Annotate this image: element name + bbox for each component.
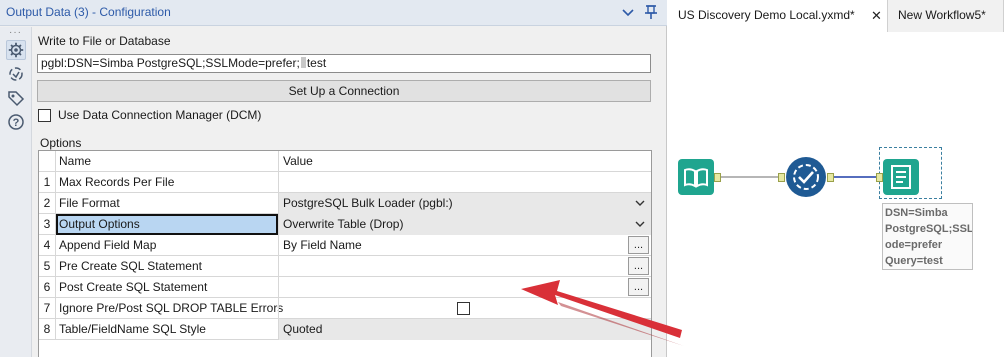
- option-name: Max Records Per File: [59, 175, 175, 189]
- grid-header-value-cell: Value: [278, 151, 651, 172]
- connection-icon[interactable]: [6, 64, 26, 84]
- row-number: 7: [43, 301, 51, 315]
- grid-header-name: Name: [59, 154, 92, 168]
- more-dots-icon[interactable]: ···: [9, 27, 22, 38]
- column-divider: [55, 298, 56, 319]
- configuration-panel: Output Data (3) - Configuration ··· ? Wr…: [0, 0, 667, 357]
- setup-connection-button[interactable]: Set Up a Connection: [37, 80, 651, 102]
- ellipsis-button[interactable]: ...: [628, 278, 649, 296]
- pin-icon[interactable]: [643, 3, 659, 21]
- svg-text:?: ?: [13, 117, 20, 129]
- column-divider: [55, 319, 56, 340]
- table-row[interactable]: 5 Pre Create SQL Statement ...: [39, 256, 651, 277]
- tab-new-workflow5[interactable]: New Workflow5*: [888, 0, 1004, 32]
- pre-create-sql-cell[interactable]: ...: [278, 256, 651, 277]
- column-divider: [55, 277, 56, 298]
- row-number: 3: [43, 217, 51, 231]
- column-divider: [55, 256, 56, 277]
- append-field-map-value: By Field Name: [283, 238, 362, 252]
- connection-string-input[interactable]: pgbl:DSN=Simba PostgreSQL;SSLMode=prefer…: [37, 54, 651, 73]
- text-cursor: [300, 57, 306, 68]
- workflow-canvas[interactable]: DSN=Simba PostgreSQL;SSLM ode=prefer Que…: [668, 32, 1004, 357]
- sql-style-cell[interactable]: Quoted: [278, 319, 651, 340]
- config-content: Write to File or Database pgbl:DSN=Simba…: [32, 27, 666, 357]
- dcm-checkbox[interactable]: [38, 109, 51, 122]
- tab-label: US Discovery Demo Local.yxmd*: [678, 8, 855, 22]
- file-format-value: PostgreSQL Bulk Loader (pgbl:): [283, 196, 453, 210]
- row-number: 1: [43, 175, 51, 189]
- grid-header-row: Name Value: [39, 151, 651, 172]
- chevron-down-icon: [635, 221, 645, 227]
- table-row[interactable]: 6 Post Create SQL Statement ...: [39, 277, 651, 298]
- config-header: Output Data (3) - Configuration: [0, 0, 667, 26]
- row-number: 8: [43, 322, 51, 336]
- option-name: Pre Create SQL Statement: [59, 259, 202, 273]
- option-name: Append Field Map: [59, 238, 157, 252]
- close-icon[interactable]: ✕: [871, 0, 882, 31]
- output-tool-doc-icon[interactable]: [883, 159, 919, 195]
- ignore-drop-errors-cell: [278, 298, 651, 319]
- option-name: File Format: [59, 196, 120, 210]
- table-row[interactable]: 2 File Format PostgreSQL Bulk Loader (pg…: [39, 193, 651, 214]
- workflow-tabs: US Discovery Demo Local.yxmd* ✕ New Work…: [668, 0, 1004, 32]
- table-row[interactable]: 7 Ignore Pre/Post SQL DROP TABLE Errors: [39, 298, 651, 319]
- table-row[interactable]: 4 Append Field Map By Field Name ...: [39, 235, 651, 256]
- ignore-drop-errors-checkbox[interactable]: [457, 302, 470, 315]
- options-label: Options: [40, 136, 82, 150]
- help-icon[interactable]: ?: [6, 112, 26, 132]
- row-number: 5: [43, 259, 51, 273]
- ellipsis-button[interactable]: ...: [628, 236, 649, 254]
- connection-string-tail: test: [306, 56, 327, 70]
- selected-name-cell[interactable]: Output Options: [56, 214, 278, 235]
- output-anchor[interactable]: [827, 173, 834, 182]
- column-divider: [55, 235, 56, 256]
- chevron-down-icon[interactable]: [620, 3, 636, 21]
- column-divider: [55, 151, 56, 172]
- check-circle-icon: [793, 164, 819, 190]
- row-number: 2: [43, 196, 51, 210]
- option-name: Ignore Pre/Post SQL DROP TABLE Errors: [59, 301, 284, 315]
- append-field-map-cell[interactable]: By Field Name ...: [278, 235, 651, 256]
- option-name: Table/FieldName SQL Style: [59, 322, 206, 336]
- dcm-label: Use Data Connection Manager (DCM): [58, 108, 262, 122]
- gear-icon[interactable]: [6, 40, 26, 60]
- file-format-dropdown[interactable]: PostgreSQL Bulk Loader (pgbl:): [278, 193, 651, 214]
- options-grid: Name Value 1 Max Records Per File 2 File…: [38, 150, 652, 357]
- output-anchor[interactable]: [714, 173, 721, 182]
- chevron-down-icon: [635, 200, 645, 206]
- output-doc-icon: [891, 165, 911, 189]
- table-row[interactable]: 8 Table/FieldName SQL Style Quoted: [39, 319, 651, 340]
- row-number: 6: [43, 280, 51, 294]
- tool-annotation: DSN=Simba PostgreSQL;SSLM ode=prefer Que…: [882, 203, 973, 270]
- side-toolbar: ··· ?: [0, 27, 32, 357]
- sql-style-value: Quoted: [283, 322, 323, 336]
- output-options-value: Overwrite Table (Drop): [283, 217, 404, 231]
- connection-lines: [721, 176, 876, 178]
- input-anchor[interactable]: [876, 173, 883, 182]
- book-icon: [684, 168, 708, 188]
- check-circle-tool-icon[interactable]: [786, 157, 826, 197]
- tab-us-discovery-demo[interactable]: US Discovery Demo Local.yxmd* ✕: [668, 0, 888, 32]
- option-name: Output Options: [59, 217, 140, 231]
- write-to-label: Write to File or Database: [38, 34, 171, 48]
- table-row-selected[interactable]: 3 Output Options Overwrite Table (Drop): [39, 214, 651, 235]
- tab-label: New Workflow5*: [898, 8, 986, 22]
- config-title: Output Data (3) - Configuration: [6, 5, 171, 19]
- output-options-dropdown[interactable]: Overwrite Table (Drop): [278, 214, 651, 235]
- row-number: 4: [43, 238, 51, 252]
- input-anchor[interactable]: [778, 173, 785, 182]
- column-divider: [55, 172, 56, 193]
- column-divider: [55, 193, 56, 214]
- grid-header-value: Value: [283, 154, 313, 168]
- input-tool-book-icon[interactable]: [678, 159, 714, 195]
- max-records-input[interactable]: [278, 172, 651, 193]
- tag-icon[interactable]: [6, 88, 26, 108]
- option-name: Post Create SQL Statement: [59, 280, 208, 294]
- table-row[interactable]: 1 Max Records Per File: [39, 172, 651, 193]
- post-create-sql-cell[interactable]: ...: [278, 277, 651, 298]
- ellipsis-button[interactable]: ...: [628, 257, 649, 275]
- connection-string-value: pgbl:DSN=Simba PostgreSQL;SSLMode=prefer…: [41, 56, 300, 70]
